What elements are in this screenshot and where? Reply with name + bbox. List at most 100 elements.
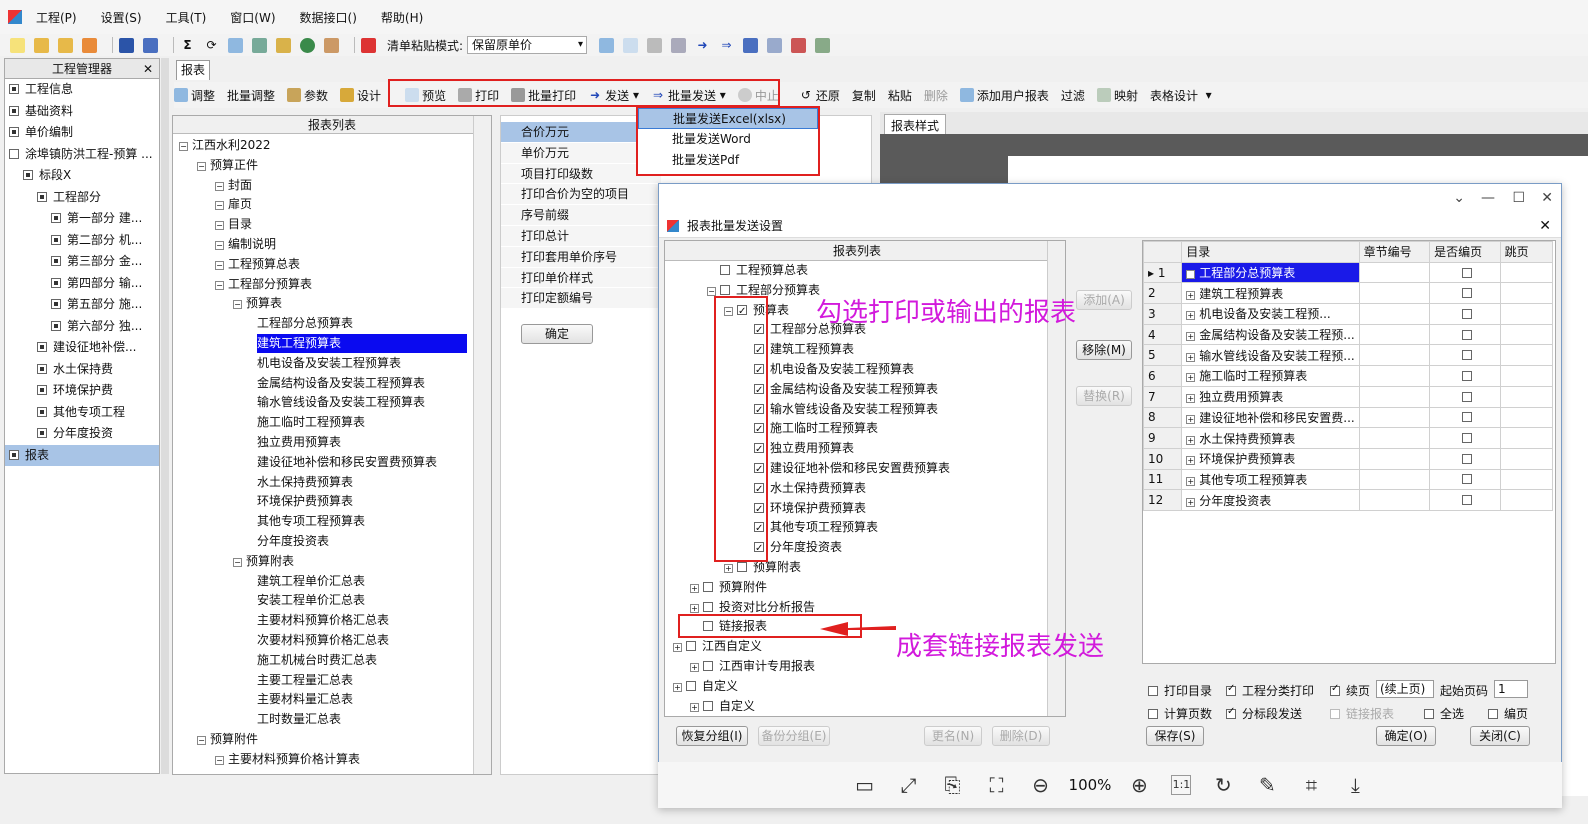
- panel-splitter[interactable]: [161, 58, 169, 774]
- menu-window[interactable]: 窗口(W): [230, 9, 275, 26]
- expand-icon[interactable]: +: [690, 663, 699, 672]
- checkbox[interactable]: [1148, 686, 1158, 696]
- folder-icon[interactable]: [276, 37, 291, 53]
- expand-icon[interactable]: +: [1186, 270, 1196, 280]
- opt-select-all[interactable]: 全选: [1424, 705, 1464, 722]
- globe-icon[interactable]: [300, 37, 315, 53]
- delete-button[interactable]: 删除: [924, 87, 948, 104]
- table-row[interactable]: 7 + 独立费用预算表: [1142, 385, 1554, 408]
- sum-icon[interactable]: Σ: [180, 38, 195, 53]
- project-tree-item[interactable]: 第一部分 建...: [5, 208, 159, 230]
- crop-icon[interactable]: ⌗: [1299, 773, 1323, 797]
- table-row[interactable]: 5 + 输水管线设备及安装工程预...: [1142, 344, 1554, 367]
- download-icon[interactable]: ⤓: [1343, 773, 1367, 797]
- collapse-icon[interactable]: −: [233, 557, 242, 567]
- menu-settings[interactable]: 设置(S): [101, 9, 142, 26]
- close-icon[interactable]: ✕: [1539, 214, 1551, 238]
- row-skip[interactable]: [1499, 282, 1554, 305]
- row-chapter[interactable]: [1358, 365, 1431, 387]
- row-chapter[interactable]: [1358, 303, 1431, 325]
- row-chapter[interactable]: [1358, 447, 1431, 470]
- double-arrow-icon[interactable]: ⇒: [719, 38, 734, 53]
- print-icon[interactable]: [647, 37, 663, 53]
- book-icon[interactable]: [623, 37, 639, 53]
- collapse-icon[interactable]: −: [215, 221, 224, 231]
- row-paging[interactable]: [1429, 468, 1501, 491]
- project-tree-item[interactable]: 分年度投资: [5, 423, 159, 445]
- report-tree-item[interactable]: 建筑工程单价汇总表: [257, 572, 365, 591]
- row-chapter[interactable]: [1358, 468, 1431, 491]
- row-paging[interactable]: [1429, 323, 1501, 346]
- opt-continue[interactable]: 续页: [1330, 682, 1370, 699]
- expand-icon[interactable]: +: [690, 702, 699, 712]
- property-row[interactable]: 打印单价样式: [501, 267, 661, 289]
- report-tree-item[interactable]: − 主要材料预算价格计算表: [215, 750, 360, 769]
- checkbox[interactable]: [1226, 683, 1236, 696]
- confirm-button[interactable]: 确定: [521, 324, 593, 344]
- project-tree-item[interactable]: 涂埠镇防洪工程-预算 ...: [5, 144, 159, 166]
- checkbox[interactable]: [1461, 370, 1472, 381]
- collapse-icon[interactable]: −: [215, 260, 224, 270]
- checkbox[interactable]: [1461, 329, 1472, 340]
- project-tree-item[interactable]: 单价编制: [5, 122, 159, 144]
- table-row[interactable]: 10 + 环境保护费预算表: [1142, 447, 1554, 470]
- report-tree-item[interactable]: 主要材料预算价格汇总表: [257, 611, 389, 630]
- report-list-scrollbar[interactable]: [473, 116, 491, 774]
- dialog-tree-item[interactable]: 金属结构设备及安装工程预算表: [754, 380, 938, 400]
- checkbox[interactable]: [1461, 433, 1472, 444]
- report-tree-item[interactable]: 施工机械台时费汇总表: [257, 651, 377, 670]
- new-file-icon[interactable]: [10, 37, 25, 53]
- table-row[interactable]: 3 + 机电设备及安装工程预...: [1142, 303, 1554, 325]
- row-skip[interactable]: [1499, 365, 1554, 387]
- dialog-tree-item[interactable]: 独立费用预算表: [754, 439, 854, 459]
- paste-button[interactable]: 粘贴: [888, 87, 912, 104]
- property-row[interactable]: 打印总计: [501, 225, 661, 247]
- dialog-tree-item[interactable]: 建设征地补偿和移民安置费预算表: [754, 459, 950, 479]
- report-tree-item[interactable]: − 预算表: [233, 294, 282, 313]
- report-tree-item[interactable]: − 工程部分预算表: [215, 275, 312, 294]
- close-button[interactable]: 关闭(C): [1470, 726, 1530, 746]
- row-chapter[interactable]: [1358, 323, 1431, 346]
- params-button[interactable]: 参数: [287, 87, 328, 104]
- print-setup-icon[interactable]: [671, 37, 687, 53]
- checkbox[interactable]: [703, 581, 713, 592]
- row-skip[interactable]: [1499, 489, 1554, 511]
- save-button[interactable]: 保存(S): [1146, 726, 1204, 746]
- row-chapter[interactable]: [1358, 406, 1431, 429]
- project-tree-item[interactable]: 工程信息: [5, 79, 159, 101]
- row-chapter[interactable]: [1358, 427, 1431, 449]
- report-tree-item[interactable]: 工时数量汇总表: [257, 710, 341, 729]
- project-tree-item[interactable]: 第五部分 施...: [5, 294, 159, 316]
- expand-icon[interactable]: +: [1186, 497, 1196, 507]
- project-tree-item[interactable]: 其他专项工程: [5, 402, 159, 424]
- row-paging[interactable]: [1429, 344, 1501, 367]
- batch-send-excel[interactable]: 批量发送Excel(xlsx): [638, 108, 818, 129]
- expand-icon[interactable]: +: [690, 603, 699, 613]
- row-chapter[interactable]: [1358, 261, 1431, 284]
- checkbox[interactable]: [1461, 453, 1472, 464]
- row-paging[interactable]: [1429, 447, 1501, 470]
- report-tree-item[interactable]: 水土保持费预算表: [257, 473, 353, 492]
- report-tree-item[interactable]: 主要工程量汇总表: [257, 671, 353, 690]
- property-row[interactable]: 打印定额编号: [501, 288, 661, 310]
- row-skip[interactable]: [1499, 261, 1554, 284]
- chevron-down-icon[interactable]: ⌄: [1453, 190, 1465, 206]
- project-tree-item[interactable]: 第三部分 金...: [5, 251, 159, 273]
- table-design-button[interactable]: 表格设计 ▾: [1150, 87, 1212, 104]
- collapse-icon[interactable]: −: [215, 280, 224, 290]
- start-page-input[interactable]: 1: [1494, 680, 1528, 698]
- property-row[interactable]: 打印合价为空的项目: [501, 184, 661, 206]
- add-user-report-button[interactable]: 添加用户报表: [959, 87, 1049, 104]
- continue-text-input[interactable]: (续上页): [1376, 680, 1434, 698]
- project-tree-item[interactable]: 报表: [5, 444, 159, 466]
- dialog-tree-item[interactable]: 施工临时工程预算表: [754, 419, 878, 439]
- report-tree-item[interactable]: − 封面: [215, 176, 252, 195]
- row-chapter[interactable]: [1358, 282, 1431, 305]
- close-project-icon[interactable]: [361, 37, 376, 53]
- layout-icon[interactable]: [815, 37, 831, 53]
- actual-size-icon[interactable]: 1:1: [1171, 775, 1192, 795]
- row-skip[interactable]: [1499, 406, 1554, 429]
- expand-icon[interactable]: +: [1186, 311, 1196, 321]
- row-skip[interactable]: [1499, 447, 1554, 470]
- dialog-tree-item[interactable]: 水土保持费预算表: [754, 479, 866, 499]
